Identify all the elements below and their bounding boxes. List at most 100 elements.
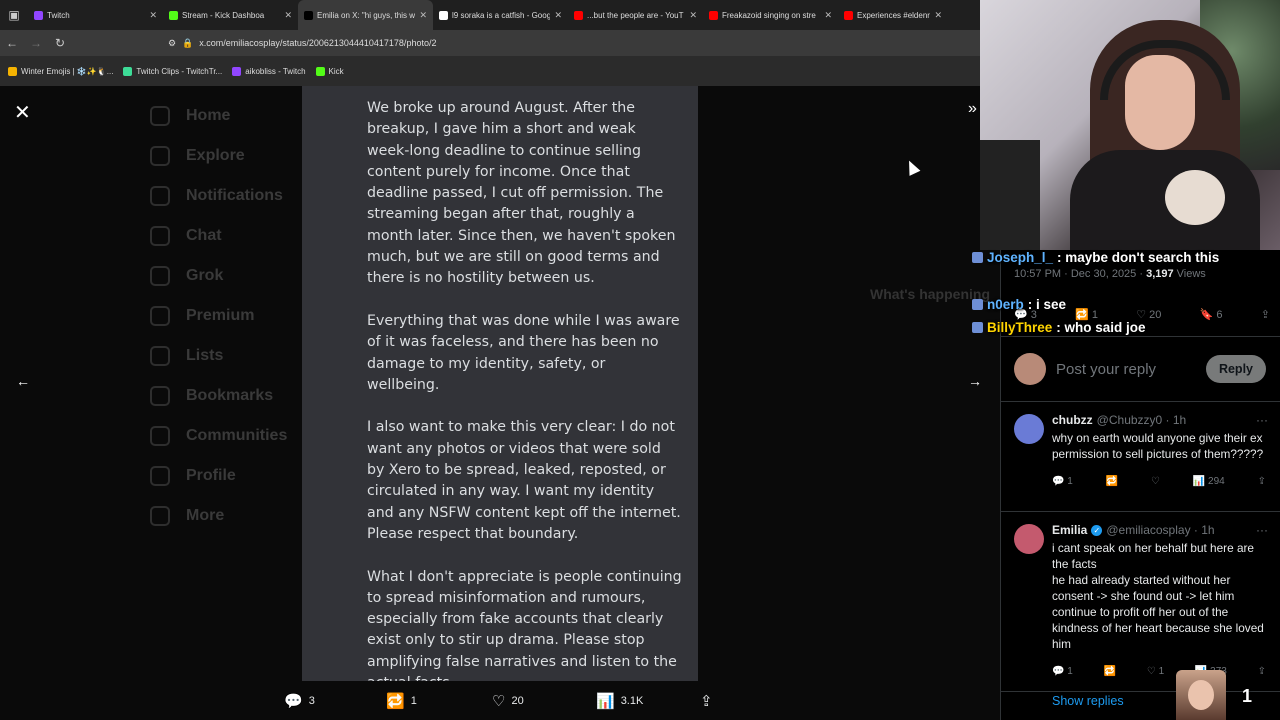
- nav-label: More: [186, 507, 225, 524]
- browser-tab[interactable]: l9 soraka is a catfish - Goog ✕: [433, 0, 568, 30]
- tab-title: l9 soraka is a catfish - Goog: [452, 10, 551, 20]
- background-nav: Home Explore Notifications Chat Grok Premium L…: [150, 96, 287, 536]
- reply-button[interactable]: Reply: [1205, 355, 1266, 383]
- nav-icon: [150, 466, 170, 486]
- reply-views-action[interactable]: 📊 294: [1193, 474, 1225, 490]
- tab-title: ...but the people are - YouT: [587, 10, 684, 20]
- chat-username[interactable]: Joseph_l_: [987, 250, 1053, 265]
- reply-repost-action[interactable]: 🔁: [1104, 664, 1116, 680]
- reply-author-name[interactable]: Emilia: [1052, 522, 1087, 538]
- verified-badge-icon: ✓: [1091, 524, 1103, 536]
- browser-tab[interactable]: Freakazoid singing on stre ✕: [703, 0, 838, 30]
- reply-repost-action[interactable]: 🔁: [1106, 474, 1118, 490]
- reply-like-count: 1: [1158, 666, 1165, 677]
- browser-tab[interactable]: Stream - Kick Dashboa ✕: [163, 0, 298, 30]
- reply-header: Emilia ✓ @emiliacosplay · 1h ···: [1052, 522, 1268, 538]
- back-icon[interactable]: ←: [0, 36, 24, 50]
- chat-username[interactable]: n0erb: [987, 297, 1024, 312]
- like-action[interactable]: ♡ 20: [492, 692, 524, 710]
- chat-badge-icon: [972, 299, 983, 310]
- repost-count: 1: [410, 695, 417, 707]
- bookmark-favicon-icon: [315, 66, 325, 76]
- close-tab-icon[interactable]: ✕: [689, 10, 697, 21]
- reply-reply-action[interactable]: 💬 1: [1052, 474, 1073, 490]
- background-nav-item: Communities: [150, 416, 287, 456]
- share-action[interactable]: ⇪: [700, 692, 713, 710]
- close-tab-icon[interactable]: ✕: [284, 10, 292, 21]
- reply-author-name[interactable]: chubzz: [1052, 412, 1093, 428]
- forward-icon[interactable]: →: [24, 36, 48, 50]
- browser-tab[interactable]: Emilia on X: "hi guys, this w ✕: [298, 0, 433, 30]
- background-nav-item: More: [150, 496, 287, 536]
- reply-text: why on earth would anyone give their ex …: [1052, 431, 1264, 461]
- bookmark-item[interactable]: Kick: [315, 66, 344, 76]
- user-avatar: [1014, 353, 1046, 385]
- show-replies-link[interactable]: Show replies: [1052, 694, 1124, 708]
- reply-avatar[interactable]: [1014, 414, 1044, 444]
- tab-overview-icon[interactable]: ▣: [0, 0, 28, 30]
- reply-actions: 💬 1 🔁 ♡ 1 📊 373 ⇪: [1052, 662, 1266, 682]
- reply-header: chubzz @Chubzzy0 · 1h ···: [1052, 412, 1268, 428]
- chat-username[interactable]: BillyThree: [987, 320, 1052, 335]
- previous-image-icon[interactable]: ←: [16, 373, 30, 389]
- tab-title: Freakazoid singing on stre: [722, 10, 816, 20]
- browser-tab[interactable]: Experiences #eldenring #el ✕: [838, 0, 948, 30]
- background-nav-item: Chat: [150, 216, 287, 256]
- tab-bar: ▣ Twitch ✕ Stream - Kick Dashboa ✕ Emilia on…: [0, 0, 980, 30]
- reply-like-action[interactable]: ♡ 1: [1147, 664, 1164, 680]
- media-action-bar: 💬 3 🔁 1 ♡ 20 📊 3.1K ⇪: [0, 686, 1000, 718]
- repost-action[interactable]: 🔁 1: [386, 692, 417, 710]
- reply-reply-action[interactable]: 💬 1: [1052, 664, 1073, 680]
- reply-handle[interactable]: @emiliacosplay · 1h: [1106, 522, 1214, 538]
- doc-paragraph: I also want to make this very clear: I d…: [367, 419, 681, 542]
- reply-tweet[interactable]: Emilia ✓ @emiliacosplay · 1h ··· i cant …: [1000, 512, 1280, 692]
- bookmark-item[interactable]: aikobliss - Twitch: [232, 66, 306, 76]
- doc-paragraph: We broke up around August. After the bre…: [367, 100, 676, 287]
- views-action[interactable]: 📊 3.1K: [596, 692, 643, 710]
- browser-tab[interactable]: ...but the people are - YouT ✕: [568, 0, 703, 30]
- reply-action[interactable]: 💬 3: [284, 692, 315, 710]
- nav-icon: [150, 346, 170, 366]
- bookmark-label: Kick: [328, 66, 344, 76]
- bookmark-favicon-icon: [8, 66, 17, 76]
- reply-avatar[interactable]: [1014, 524, 1044, 554]
- collapse-panel-icon[interactable]: »: [968, 100, 977, 118]
- nav-label: Lists: [186, 347, 224, 364]
- close-tab-icon[interactable]: ✕: [824, 10, 832, 21]
- nav-label: Profile: [186, 467, 236, 484]
- background-nav-item: Premium: [150, 296, 287, 336]
- bookmark-item[interactable]: Winter Emojis | ❄️✨🐧...: [8, 66, 113, 76]
- next-image-icon[interactable]: →: [968, 373, 982, 389]
- tab-favicon-icon: [439, 10, 448, 20]
- browser-tab[interactable]: Twitch ✕: [28, 0, 163, 30]
- reply-actions: 💬 1 🔁 ♡ 📊 294 ⇪: [1052, 472, 1266, 492]
- nav-label: Premium: [186, 307, 255, 324]
- url-text[interactable]: x.com/emiliacosplay/status/2006213044410…: [199, 38, 436, 48]
- tab-favicon-icon: [304, 10, 313, 20]
- reply-share-icon[interactable]: ⇪: [1258, 474, 1266, 490]
- reply-like-action[interactable]: ♡: [1151, 474, 1160, 490]
- background-nav-item: Home: [150, 96, 287, 136]
- close-tab-icon[interactable]: ✕: [419, 10, 427, 21]
- bookmark-item[interactable]: Twitch Clips - TwitchTr...: [123, 66, 222, 76]
- reply-handle[interactable]: @Chubzzy0 · 1h: [1097, 412, 1187, 428]
- more-options-icon[interactable]: ···: [1256, 412, 1268, 428]
- reply-reply-count: 1: [1067, 476, 1073, 487]
- close-tab-icon[interactable]: ✕: [934, 10, 942, 21]
- site-settings-icon[interactable]: ⚙: [168, 38, 176, 49]
- reply-reply-count: 1: [1067, 666, 1073, 677]
- more-options-icon[interactable]: ···: [1256, 522, 1268, 538]
- chat-message: BillyThree: who said joe: [972, 316, 1280, 339]
- close-icon[interactable]: ✕: [14, 100, 31, 125]
- url-bar[interactable]: ⚙ 🔒 x.com/emiliacosplay/status/200621304…: [168, 38, 436, 49]
- chat-badge-icon: [972, 252, 983, 263]
- reply-share-icon[interactable]: ⇪: [1258, 664, 1266, 680]
- close-tab-icon[interactable]: ✕: [554, 10, 562, 21]
- webcam-overlay: [980, 0, 1280, 250]
- close-tab-icon[interactable]: ✕: [149, 10, 157, 21]
- background-nav-item: Lists: [150, 336, 287, 376]
- reply-input[interactable]: Post your reply: [1056, 361, 1206, 378]
- nav-icon: [150, 306, 170, 326]
- reply-tweet[interactable]: chubzz @Chubzzy0 · 1h ··· why on earth w…: [1000, 402, 1280, 512]
- reload-icon[interactable]: ↻: [48, 36, 72, 50]
